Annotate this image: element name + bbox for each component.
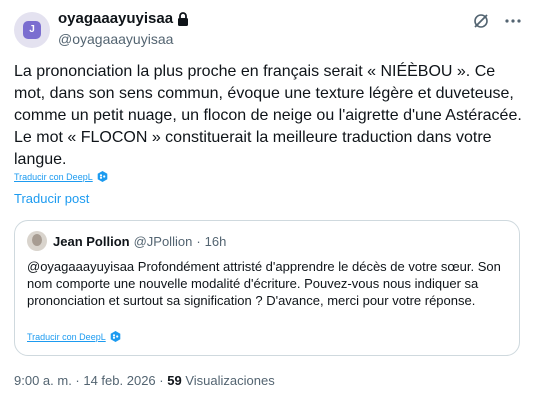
translate-post-link[interactable]: Traducir post (14, 191, 89, 206)
quote-time[interactable]: 16h (205, 234, 227, 249)
grok-icon[interactable] (472, 12, 490, 30)
tweet-footer: 9:00 a. m. · 14 feb. 2026 · 59 Visualiza… (14, 373, 275, 388)
lock-icon (177, 11, 189, 26)
quote-display-name[interactable]: Jean Pollion (53, 234, 130, 249)
deepl-badge-icon (110, 331, 121, 342)
quote-avatar[interactable] (27, 231, 47, 251)
author-avatar[interactable]: J (14, 12, 50, 48)
author-names: oyagaaayuyisaa @oyagaaayuyisaa (58, 10, 189, 47)
tweet-text: La prononciation la plus proche en franç… (14, 63, 522, 168)
quote-handle[interactable]: @JPollion (134, 234, 193, 249)
more-icon[interactable] (504, 12, 522, 30)
quote-header: Jean Pollion @JPollion · 16h (27, 231, 226, 251)
footer-separator: · (159, 373, 164, 388)
author-handle[interactable]: @oyagaaayuyisaa (58, 31, 189, 47)
quoted-tweet[interactable]: Jean Pollion @JPollion · 16h @oyagaaayuy… (14, 220, 520, 356)
views-count: 59 (167, 373, 182, 388)
tweet-header: J oyagaaayuyisaa @oyagaaayuyisaa (14, 8, 522, 48)
deepl-badge-icon (97, 171, 108, 182)
quote-deepl-translate-link[interactable]: Traducir con DeepL (27, 331, 121, 342)
quote-separator: · (196, 233, 201, 249)
views-label: Visualizaciones (185, 373, 275, 388)
tweet-datetime[interactable]: 9:00 a. m. · 14 feb. 2026 (14, 373, 156, 388)
deepl-translate-link[interactable]: Traducir con DeepL (14, 171, 108, 182)
author-display-name[interactable]: oyagaaayuyisaa (58, 10, 173, 27)
quote-text: @oyagaaayuyisaa Profondément attristé d'… (27, 259, 501, 308)
